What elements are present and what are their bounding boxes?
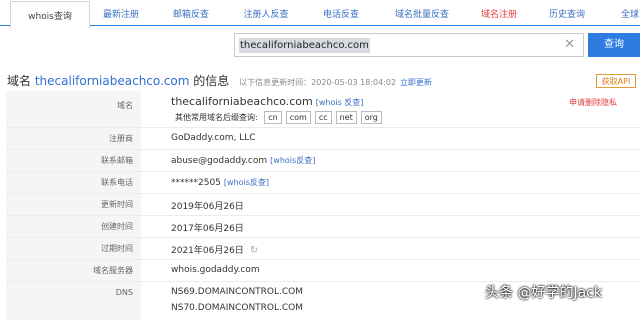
search-box: thecaliforniabeachco.com ✕ [234,33,584,57]
row-value: 2021年06月26日 ↻ [171,243,258,256]
tab-phone-reverse[interactable]: 电话反查 [308,0,374,26]
refresh-icon[interactable]: ↻ [250,245,258,256]
row-label: 过期时间 [6,238,141,259]
title-suffix: 的信息 [193,74,230,88]
search-input[interactable]: thecaliforniabeachco.com [239,38,370,53]
row-value: thecaliforniabeachco.com [whois 反查] [171,95,363,108]
tab-register[interactable]: 域名注册 [468,0,530,26]
row-expires: 过期时间 2021年06月26日 ↻ [6,238,640,260]
domain-value: thecaliforniabeachco.com [171,95,313,108]
dns-value-2: NS70.DOMAINCONTROL.COM [171,303,304,313]
row-value: ******2505 [whois反查] [171,177,269,188]
tab-whois[interactable]: whois查询 [10,1,90,29]
suffix-cc[interactable]: cc [314,111,332,124]
close-icon[interactable]: ✕ [564,37,575,53]
row-label: 更新时间 [6,194,141,215]
tab-registrant-reverse[interactable]: 注册人反查 [230,0,302,26]
search-button[interactable]: 查询 [588,33,640,57]
get-api-button[interactable]: 获取API [596,74,636,88]
created-value: 2017年06月26日 [171,224,244,234]
suffix-row: 其他常用域名后缀查询: cn com cc net org [171,111,382,124]
row-label: DNS [6,282,141,320]
dns-value-1: NS69.DOMAINCONTROL.COM [171,287,304,297]
row-value: abuse@godaddy.com [whois反查] [171,155,315,166]
expires-value: 2021年06月26日 [171,246,244,256]
row-label: 创建时间 [6,216,141,237]
row-email: 联系邮箱 abuse@godaddy.com [whois反查] [6,150,640,172]
row-label: 联系电话 [6,172,141,193]
suffix-org[interactable]: org [360,111,382,124]
email-value: abuse@godaddy.com [171,156,268,166]
row-domain: 域名 thecaliforniabeachco.com [whois 反查] 其他… [6,91,640,128]
row-created: 创建时间 2017年06月26日 [6,216,640,238]
tab-global[interactable]: 全球 [610,0,640,26]
row-updated: 更新时间 2019年06月26日 [6,194,640,216]
tab-bar: whois查询 最新注册 邮箱反查 注册人反查 电话反查 域名批量反查 域名注册… [0,0,640,29]
suffix-label: 其他常用域名后缀查询: [175,113,258,122]
title-domain[interactable]: thecaliforniabeachco.com [35,74,190,88]
row-label: 域名服务器 [6,260,141,281]
tab-history[interactable]: 历史查询 [536,0,598,26]
email-reverse-link[interactable]: [whois反查] [270,156,315,165]
updated-value: 2019年06月26日 [171,202,244,212]
suffix-cn[interactable]: cn [264,111,282,124]
server-value: whois.godaddy.com [171,265,260,275]
row-label: 注册商 [6,128,141,149]
row-registrar: 注册商 GoDaddy.com, LLC [6,128,640,150]
update-time: 以下信息更新时间：2020-05-03 18:04:02 [239,78,397,87]
suffix-net[interactable]: net [335,111,357,124]
registrar-value: GoDaddy.com, LLC [171,133,256,143]
whois-reverse-link[interactable]: [whois 反查] [316,98,364,107]
tab-batch-reverse[interactable]: 域名批量反查 [380,0,464,26]
suffix-com[interactable]: com [285,111,311,124]
title-prefix: 域名 [7,74,32,88]
tab-email-reverse[interactable]: 邮箱反查 [158,0,224,26]
row-label: 联系邮箱 [6,150,141,171]
row-phone: 联系电话 ******2505 [whois反查] [6,172,640,194]
phone-value: ******2505 [171,178,221,188]
tab-latest[interactable]: 最新注册 [88,0,154,26]
row-label: 域名 [6,91,141,127]
phone-reverse-link[interactable]: [whois反查] [224,178,269,187]
row-server: 域名服务器 whois.godaddy.com [6,260,640,282]
watermark: 头条 @好学的Jack [485,285,602,301]
update-now-link[interactable]: 立即更新 [400,78,432,87]
remove-privacy-link[interactable]: 申请删除隐私 [569,97,617,108]
page-title: 域名 thecaliforniabeachco.com 的信息 以下信息更新时间… [7,72,432,89]
